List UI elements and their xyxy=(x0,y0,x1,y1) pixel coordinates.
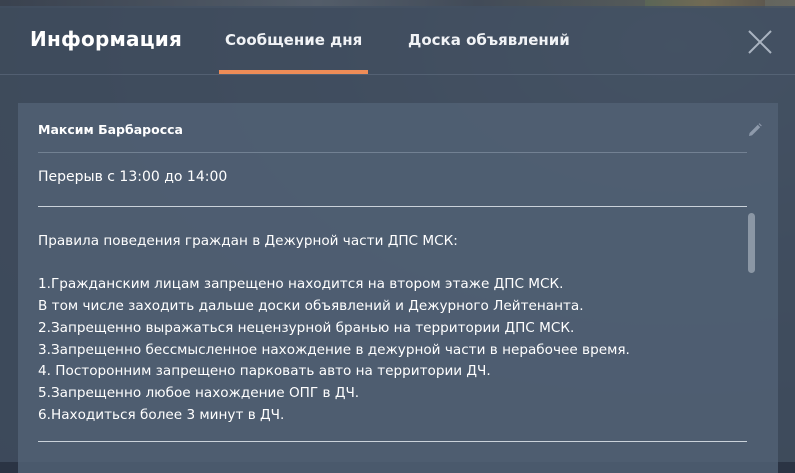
window-header: Информация Сообщение дня Доска объявлени… xyxy=(0,6,795,75)
rules-spacer xyxy=(38,253,738,275)
pencil-icon xyxy=(749,123,762,136)
author-divider xyxy=(38,152,747,153)
tab-message-of-the-day[interactable]: Сообщение дня xyxy=(225,31,362,49)
edit-button[interactable] xyxy=(748,122,762,136)
window-title: Информация xyxy=(30,27,182,51)
rule-line: 2.Запрещенно выражаться нецензурной бран… xyxy=(38,319,575,336)
close-icon xyxy=(748,30,772,54)
rule-line: 1.Гражданским лицам запрещено находится … xyxy=(38,276,564,293)
post-message: Перерыв с 13:00 до 14:00 xyxy=(38,169,228,185)
rule-line: 6.Находиться более 3 минут в ДЧ. xyxy=(38,406,285,423)
message-divider xyxy=(38,206,747,207)
post-author: Максим Барбаросса xyxy=(38,122,183,137)
active-tab-indicator xyxy=(219,70,368,74)
information-window: Информация Сообщение дня Доска объявлени… xyxy=(0,6,795,473)
rule-line: В том числе заходить дальше доски объявл… xyxy=(38,298,584,315)
rule-line: 5.Запрещенно любое нахождение ОПГ в ДЧ. xyxy=(38,384,360,401)
scrollbar-thumb[interactable] xyxy=(748,213,755,273)
rule-line: 3.Запрещенно бессмысленное нахождение в … xyxy=(38,341,630,358)
rules-divider xyxy=(38,441,747,442)
close-button[interactable] xyxy=(746,28,774,56)
rules-heading: Правила поведения граждан в Дежурной час… xyxy=(38,233,458,249)
rules-text: Правила поведения граждан в Дежурной час… xyxy=(38,231,738,426)
message-panel: Максим Барбаросса Перерыв с 13:00 до 14:… xyxy=(18,103,778,473)
rule-line: 4. Посторонним запрещено парковать авто … xyxy=(38,363,491,380)
tab-notice-board[interactable]: Доска объявлений xyxy=(408,31,570,49)
